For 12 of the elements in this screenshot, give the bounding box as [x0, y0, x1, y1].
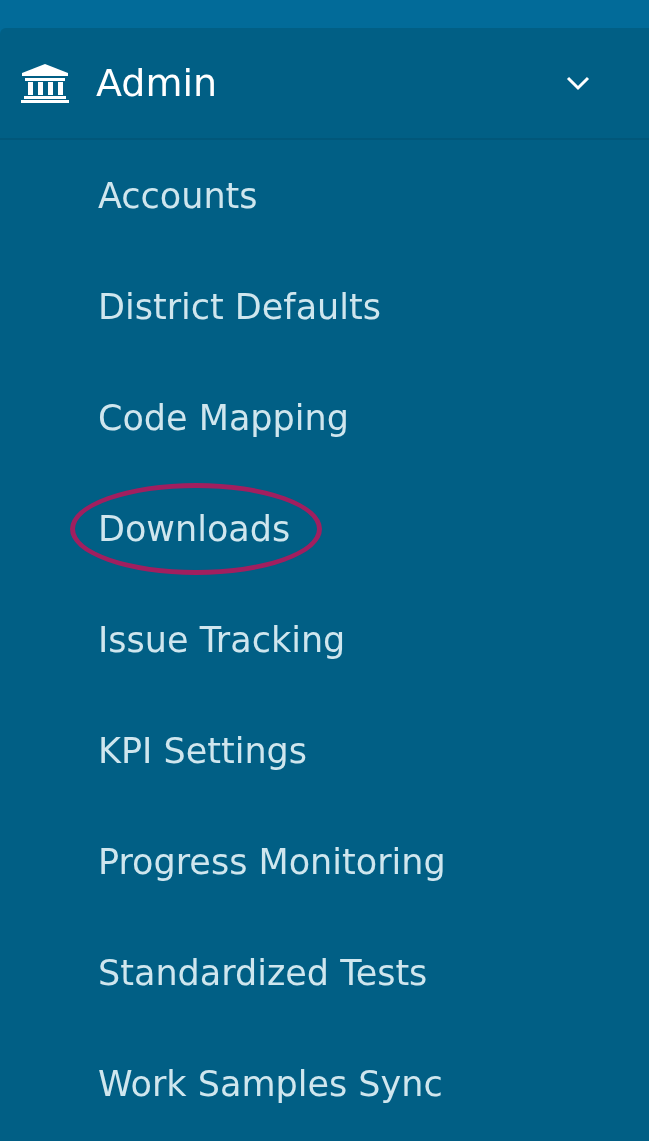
- menu-link[interactable]: Standardized Tests: [98, 952, 428, 993]
- menu-link[interactable]: Progress Monitoring: [98, 841, 446, 882]
- menu-link[interactable]: KPI Settings: [98, 730, 308, 771]
- menu-link[interactable]: Code Mapping: [98, 397, 349, 438]
- menu-link[interactable]: Downloads: [98, 508, 291, 549]
- menu-link[interactable]: Issue Tracking: [98, 619, 346, 660]
- admin-section-header[interactable]: Admin: [0, 28, 649, 140]
- section-title: Admin: [96, 61, 219, 105]
- bank-icon: [20, 63, 70, 103]
- menu-link[interactable]: District Defaults: [98, 286, 381, 327]
- menu-link[interactable]: Accounts: [98, 175, 258, 216]
- menu-link[interactable]: Work Samples Sync: [98, 1063, 443, 1104]
